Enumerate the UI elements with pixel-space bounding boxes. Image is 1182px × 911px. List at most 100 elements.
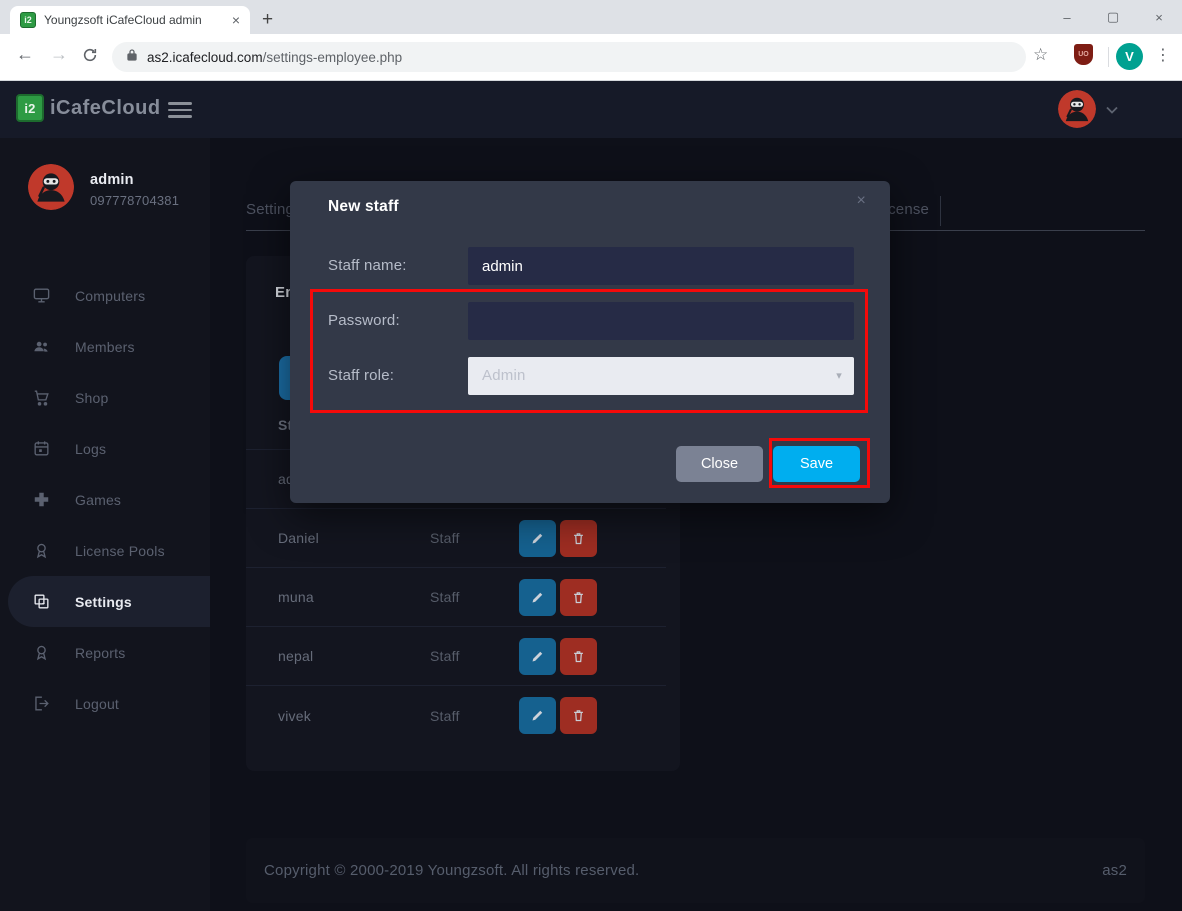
staff-role-cell: Staff bbox=[430, 708, 519, 724]
browser-titlebar: i2 Youngzsoft iCafeCloud admin × + – ▢ × bbox=[0, 0, 1182, 34]
profile-name: admin bbox=[90, 172, 179, 188]
calendar-icon bbox=[32, 439, 51, 458]
header-user-menu[interactable] bbox=[1058, 90, 1118, 128]
trash-icon bbox=[571, 708, 586, 723]
monitor-icon bbox=[32, 286, 51, 305]
lock-icon bbox=[126, 48, 138, 67]
user-avatar-icon bbox=[28, 164, 74, 210]
chevron-down-icon bbox=[1106, 102, 1118, 117]
modal-close-icon[interactable]: × bbox=[856, 192, 866, 210]
highlight-rect-save bbox=[769, 438, 870, 488]
site-favicon: i2 bbox=[20, 12, 36, 28]
adblock-extension-icon[interactable]: UO bbox=[1074, 44, 1093, 65]
sidebar-profile: admin 097778704381 bbox=[28, 164, 179, 210]
sidebar-item-logout[interactable]: Logout bbox=[0, 678, 210, 729]
app-logo[interactable]: i2 iCafeCloud bbox=[16, 94, 161, 122]
staff-name-cell: nepal bbox=[278, 648, 430, 664]
sidebar-item-shop[interactable]: Shop bbox=[0, 372, 210, 423]
staff-role-cell: Staff bbox=[430, 648, 519, 664]
medal-icon bbox=[32, 643, 51, 662]
people-icon bbox=[32, 337, 51, 356]
tab-divider bbox=[940, 196, 941, 226]
page-footer: Copyright © 2000-2019 Youngzsoft. All ri… bbox=[246, 838, 1145, 903]
url-text: as2.icafecloud.com/settings-employee.php bbox=[147, 50, 402, 65]
reload-icon[interactable] bbox=[82, 47, 98, 68]
cart-icon bbox=[32, 388, 51, 407]
forward-icon[interactable]: → bbox=[50, 44, 68, 65]
browser-profile-avatar[interactable]: V bbox=[1116, 43, 1143, 70]
table-row: nepal Staff bbox=[246, 627, 666, 686]
url-bar[interactable]: as2.icafecloud.com/settings-employee.php bbox=[112, 42, 1026, 72]
delete-staff-button[interactable] bbox=[560, 520, 597, 557]
toolbar-divider bbox=[1108, 47, 1109, 67]
new-tab-icon[interactable]: + bbox=[262, 6, 273, 34]
sidebar-item-settings[interactable]: Settings bbox=[8, 576, 210, 627]
sidebar-item-computers[interactable]: Computers bbox=[0, 270, 210, 321]
brand-name: iCafeCloud bbox=[50, 97, 161, 120]
sidebar-item-label: License Pools bbox=[75, 543, 165, 559]
logout-icon bbox=[32, 694, 51, 713]
trash-icon bbox=[571, 590, 586, 605]
user-avatar-icon bbox=[1058, 90, 1096, 128]
pencil-icon bbox=[530, 531, 545, 546]
brand-glyph-icon: i2 bbox=[16, 94, 44, 122]
tab-close-icon[interactable]: × bbox=[232, 12, 240, 28]
pencil-icon bbox=[530, 649, 545, 664]
window-close-icon[interactable]: × bbox=[1136, 0, 1182, 34]
sidebar-item-label: Games bbox=[75, 492, 121, 508]
copyright-text: Copyright © 2000-2019 Youngzsoft. All ri… bbox=[264, 862, 639, 879]
table-row: vivek Staff bbox=[246, 686, 666, 745]
sidebar-item-label: Shop bbox=[75, 390, 109, 406]
sidebar-item-label: Logout bbox=[75, 696, 119, 712]
staff-role-cell: Staff bbox=[430, 589, 519, 605]
pencil-icon bbox=[530, 590, 545, 605]
pencil-icon bbox=[530, 708, 545, 723]
window-minimize-icon[interactable]: – bbox=[1044, 0, 1090, 34]
url-domain: as2.icafecloud.com bbox=[147, 50, 263, 65]
profile-phone: 097778704381 bbox=[90, 193, 179, 208]
medal-icon bbox=[32, 541, 51, 560]
edit-staff-button[interactable] bbox=[519, 579, 556, 616]
sidebar: admin 097778704381 Computers Members Sho… bbox=[0, 138, 210, 911]
edit-staff-button[interactable] bbox=[519, 697, 556, 734]
delete-staff-button[interactable] bbox=[560, 697, 597, 734]
layers-icon bbox=[32, 592, 51, 611]
edit-staff-button[interactable] bbox=[519, 638, 556, 675]
app-root: i2 iCafeCloud bbox=[0, 81, 1182, 911]
sidebar-item-members[interactable]: Members bbox=[0, 321, 210, 372]
window-maximize-icon[interactable]: ▢ bbox=[1090, 0, 1136, 34]
trash-icon bbox=[571, 649, 586, 664]
server-label: as2 bbox=[1102, 862, 1127, 879]
trash-icon bbox=[571, 531, 586, 546]
sidebar-menu: Computers Members Shop Logs Games Licens… bbox=[0, 270, 210, 729]
browser-tab[interactable]: i2 Youngzsoft iCafeCloud admin × bbox=[10, 6, 250, 34]
edit-staff-button[interactable] bbox=[519, 520, 556, 557]
gamepad-icon bbox=[32, 490, 51, 509]
highlight-rect-fields bbox=[310, 289, 868, 413]
sidebar-item-games[interactable]: Games bbox=[0, 474, 210, 525]
delete-staff-button[interactable] bbox=[560, 579, 597, 616]
sidebar-item-label: Computers bbox=[75, 288, 145, 304]
hamburger-menu-icon[interactable] bbox=[168, 102, 192, 118]
close-button[interactable]: Close bbox=[676, 446, 763, 482]
staff-name-cell: vivek bbox=[278, 708, 430, 724]
sidebar-item-reports[interactable]: Reports bbox=[0, 627, 210, 678]
sidebar-item-label: Settings bbox=[75, 594, 132, 610]
tab-title: Youngzsoft iCafeCloud admin bbox=[44, 13, 224, 27]
sidebar-item-label: Reports bbox=[75, 645, 125, 661]
sidebar-item-license-pools[interactable]: License Pools bbox=[0, 525, 210, 576]
staff-name-cell: muna bbox=[278, 589, 430, 605]
back-icon[interactable]: ← bbox=[16, 44, 34, 65]
table-row: muna Staff bbox=[246, 568, 666, 627]
browser-menu-icon[interactable]: ⋮ bbox=[1155, 45, 1171, 65]
sidebar-item-label: Members bbox=[75, 339, 135, 355]
staff-name-input[interactable] bbox=[468, 247, 854, 285]
sidebar-item-logs[interactable]: Logs bbox=[0, 423, 210, 474]
staff-name-label: Staff name: bbox=[328, 257, 407, 274]
bookmark-star-icon[interactable]: ☆ bbox=[1033, 45, 1048, 65]
sidebar-item-label: Logs bbox=[75, 441, 106, 457]
browser-toolbar: ← → as2.icafecloud.com/settings-employee… bbox=[0, 34, 1182, 81]
staff-name-cell: Daniel bbox=[278, 530, 430, 546]
delete-staff-button[interactable] bbox=[560, 638, 597, 675]
table-row: Daniel Staff bbox=[246, 509, 666, 568]
